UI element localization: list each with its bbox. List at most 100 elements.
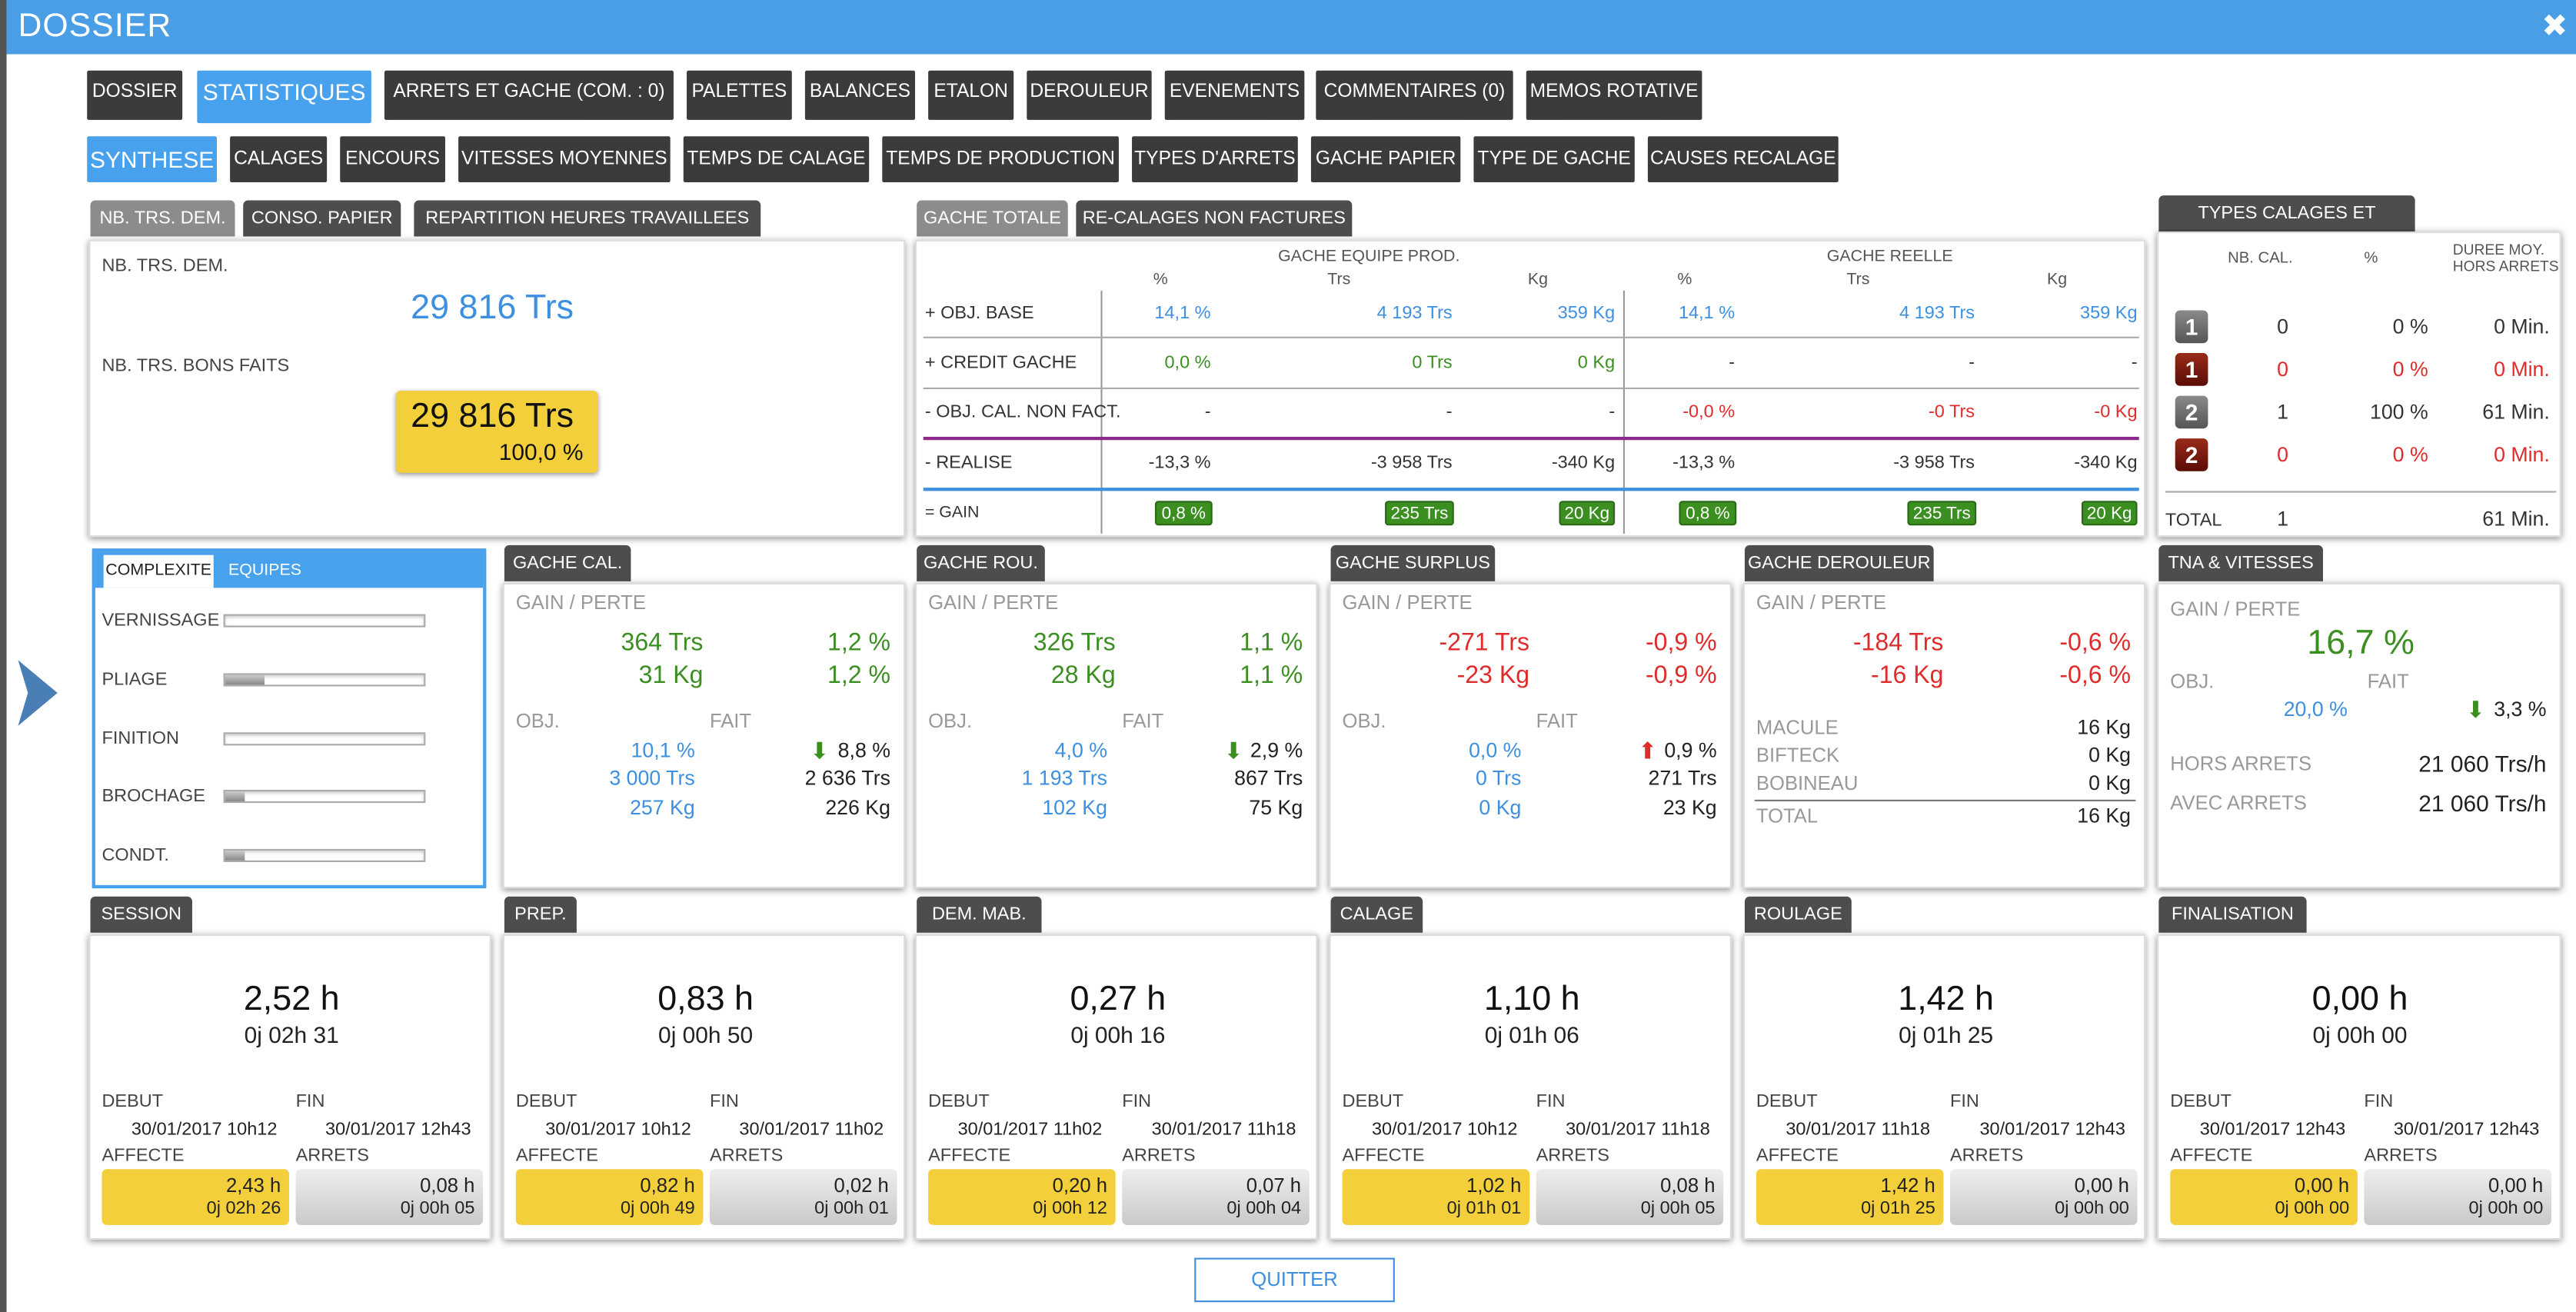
- tab-palettes[interactable]: PALETTES: [687, 70, 792, 120]
- affecte-label: AFFECTE: [1342, 1146, 1425, 1166]
- debut-label: DEBUT: [2170, 1091, 2232, 1112]
- affecte-duration: 0j 02h 26: [206, 1198, 281, 1219]
- hours-value: 0,83 h: [657, 980, 754, 1018]
- affecte-hours: 0,20 h: [1052, 1174, 1107, 1197]
- fait-value: 23 Kg: [1662, 796, 1717, 820]
- obj-value: 4,0 %: [1054, 738, 1107, 762]
- previous-arrow-icon[interactable]: [13, 657, 62, 729]
- tab-conso-papier[interactable]: CONSO. PAPIER: [243, 200, 401, 237]
- tab-derouleur[interactable]: DEROULEUR: [1027, 70, 1152, 120]
- gain-badge: 0,8 %: [1154, 501, 1213, 526]
- tab-types-arrets[interactable]: TYPES D'ARRETS: [1132, 136, 1298, 183]
- table-cell: 0 Min.: [2494, 358, 2550, 381]
- divider: [2165, 491, 2557, 493]
- gain-pct: -0,9 %: [1645, 628, 1717, 658]
- tab-calages[interactable]: CALAGES: [230, 136, 328, 183]
- tab-causes-recalage[interactable]: CAUSES RECALAGE: [1647, 136, 1839, 183]
- gain-value: 31 Kg: [638, 661, 704, 690]
- tab-equipes[interactable]: EQUIPES: [228, 555, 301, 588]
- tab-gache-rou[interactable]: GACHE ROU.: [917, 544, 1045, 581]
- table-cell: -3 958 Trs: [1370, 453, 1453, 473]
- tab-commentaires[interactable]: COMMENTAIRES (0): [1316, 70, 1513, 120]
- fait-value: 75 Kg: [1249, 796, 1303, 820]
- calage-type-1-icon: 1: [2175, 310, 2208, 344]
- obj-value: 102 Kg: [1042, 796, 1107, 820]
- fait-label: FAIT: [1536, 709, 1578, 733]
- tab-repartition-heures[interactable]: REPARTITION HEURES TRAVAILLEES: [414, 200, 761, 237]
- quit-button[interactable]: QUITTER: [1194, 1257, 1395, 1303]
- obj-value: 1 193 Trs: [1021, 767, 1107, 791]
- arrets-box: 0,07 h 0j 00h 04: [1122, 1169, 1310, 1225]
- tab-evenements[interactable]: EVENEMENTS: [1164, 70, 1305, 120]
- tab-temps-de-production[interactable]: TEMPS DE PRODUCTION: [882, 136, 1119, 183]
- tab-encours[interactable]: ENCOURS: [340, 136, 445, 183]
- tab-memos-rotative[interactable]: MEMOS ROTATIVE: [1526, 70, 1702, 120]
- row-label: + CREDIT GACHE: [924, 353, 1077, 373]
- tab-type-de-gache[interactable]: TYPE DE GACHE: [1473, 136, 1635, 183]
- tab-time-roulage[interactable]: ROULAGE: [1744, 896, 1852, 933]
- arrets-hours: 0,07 h: [1246, 1174, 1302, 1197]
- affecte-duration: 0j 00h 12: [1033, 1198, 1107, 1219]
- table-cell: 0 %: [2392, 358, 2428, 381]
- tab-gache-totale[interactable]: GACHE TOTALE: [917, 200, 1068, 237]
- gain-value: 364 Trs: [621, 628, 704, 658]
- total-nb: 1: [2277, 507, 2289, 531]
- tab-complexite[interactable]: COMPLEXITE: [103, 554, 214, 588]
- obj-value: 257 Kg: [630, 796, 695, 820]
- fin-value: 30/01/2017 12h43: [325, 1120, 471, 1140]
- tab-dossier[interactable]: DOSSIER: [87, 70, 183, 120]
- gain-value: -271 Trs: [1439, 628, 1530, 658]
- tab-nb-trs-dem[interactable]: NB. TRS. DEM.: [90, 200, 235, 237]
- obj-label: OBJ.: [928, 709, 973, 733]
- tab-gache-papier[interactable]: GACHE PAPIER: [1310, 136, 1461, 183]
- gain-badge: 235 Trs: [1907, 501, 1977, 526]
- gain-value: -23 Kg: [1456, 661, 1530, 690]
- tab-tna-vitesses[interactable]: TNA & VITESSES: [2158, 544, 2323, 581]
- arrow-up-icon: ⬆: [1638, 737, 1658, 764]
- total-label: TOTAL: [2165, 511, 2222, 531]
- obj-value: 3 000 Trs: [609, 767, 695, 791]
- tab-types-calages[interactable]: TYPES CALAGES ET DUREES: [2158, 195, 2415, 259]
- calage-type-2-alt-icon: 2: [2175, 438, 2208, 471]
- tab-synthese[interactable]: SYNTHESE: [87, 136, 218, 183]
- tab-vitesses-moyennes[interactable]: VITESSES MOYENNES: [458, 136, 671, 183]
- tab-time-session[interactable]: SESSION: [90, 896, 192, 933]
- tab-etalon[interactable]: ETALON: [928, 70, 1014, 120]
- tab-balances[interactable]: BALANCES: [804, 70, 916, 120]
- divider: [1754, 799, 2136, 801]
- table-cell: -0 Trs: [1928, 402, 1975, 422]
- tab-statistiques[interactable]: STATISTIQUES: [197, 70, 371, 124]
- affecte-box: 1,02 h 0j 01h 01: [1342, 1169, 1530, 1225]
- debut-value: 30/01/2017 10h12: [545, 1120, 691, 1140]
- table-cell: -13,3 %: [1672, 453, 1736, 473]
- gain-pct: -0,6 %: [2059, 661, 2132, 690]
- gain-badge: 235 Trs: [1385, 501, 1454, 526]
- tab-temps-de-calage[interactable]: TEMPS DE CALAGE: [683, 136, 870, 183]
- tab-time-finalisation[interactable]: FINALISATION: [2158, 896, 2307, 933]
- tab-arrets-gache[interactable]: ARRETS ET GACHE (COM. : 0): [384, 70, 674, 120]
- macule-label: MACULE: [1756, 715, 1839, 739]
- tab-time-calage[interactable]: CALAGE: [1330, 896, 1423, 933]
- tab-time-dem-mab[interactable]: DEM. MAB.: [917, 896, 1042, 933]
- arrets-hours: 0,08 h: [1660, 1174, 1716, 1197]
- tab-time-prep[interactable]: PREP.: [504, 896, 577, 933]
- arrets-box: 0,08 h 0j 00h 05: [295, 1169, 484, 1225]
- close-icon[interactable]: ✖: [2541, 8, 2568, 46]
- tab-re-calages[interactable]: RE-CALAGES NON FACTURES: [1076, 200, 1353, 237]
- table-cell: 14,1 %: [1678, 304, 1736, 324]
- arrets-duration: 0j 00h 05: [400, 1198, 475, 1219]
- arrets-label: ARRETS: [1950, 1146, 2024, 1166]
- bobineau-value: 0 Kg: [2088, 771, 2132, 795]
- affecte-duration: 0j 00h 00: [2275, 1198, 2350, 1219]
- tab-gache-surplus[interactable]: GACHE SURPLUS: [1330, 544, 1496, 581]
- window-border: [0, 0, 7, 1312]
- arrets-duration: 0j 00h 00: [2055, 1198, 2129, 1219]
- fait-value: 3,3 %: [2494, 698, 2547, 721]
- arrets-duration: 0j 00h 00: [2468, 1198, 2544, 1219]
- obj-label: OBJ.: [515, 709, 560, 733]
- gain-value: -16 Kg: [1871, 661, 1944, 690]
- table-cell: 0: [2277, 315, 2289, 338]
- tab-gache-cal[interactable]: GACHE CAL.: [504, 544, 631, 581]
- tab-gache-derouleur[interactable]: GACHE DEROULEUR: [1744, 544, 1934, 581]
- col-header: Trs: [1327, 271, 1351, 289]
